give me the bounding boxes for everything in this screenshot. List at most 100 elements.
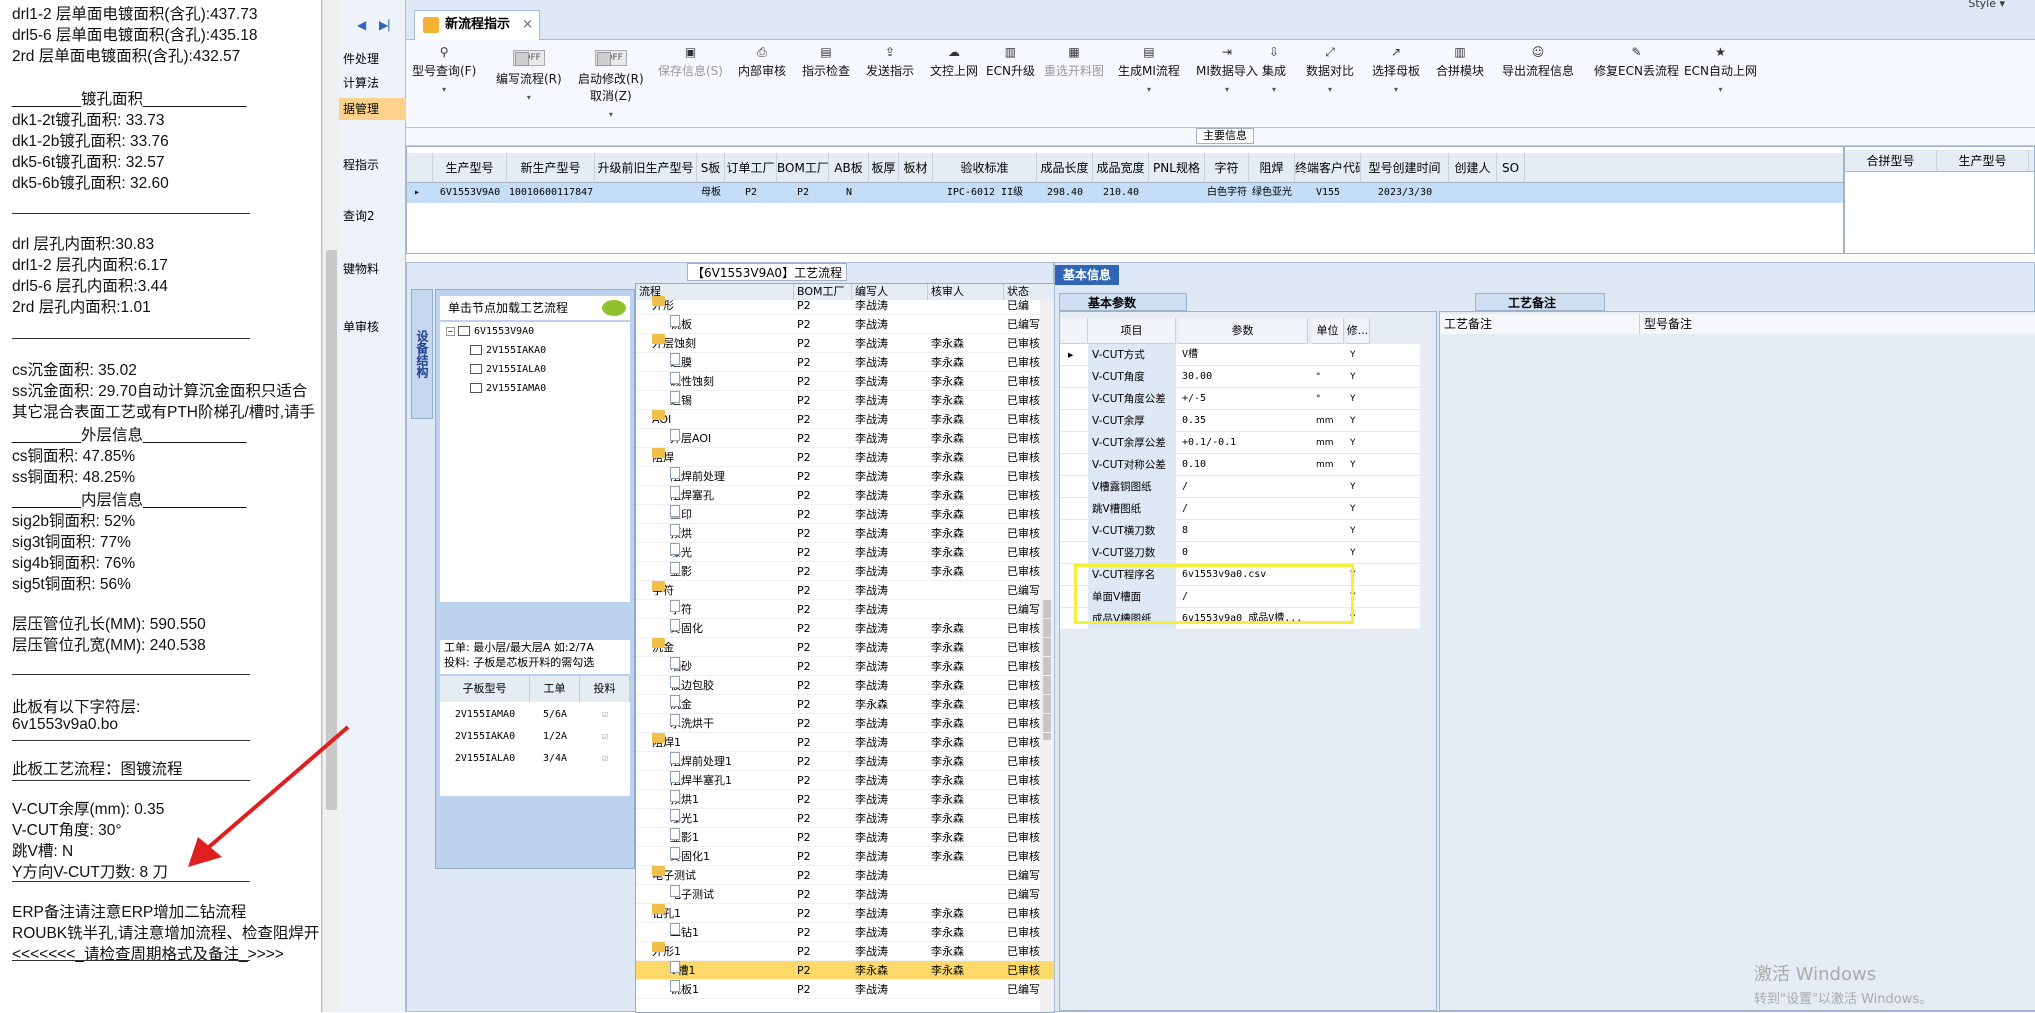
tree-root[interactable]: −6V1553V9A0 [446,326,534,337]
flow-row[interactable]: 预烘1 P2 李战涛 李永森 已审核 [636,790,1054,809]
flow-row[interactable]: 水洗烘干 P2 李战涛 李永森 已审核 [636,714,1054,733]
column-header[interactable]: 升级前旧生产型号 [595,153,697,183]
column-header[interactable]: SO [1497,153,1525,183]
column-header[interactable]: 合拼型号 [1845,150,1937,172]
flow-row[interactable]: 阻焊前处理1 P2 李战涛 李永森 已审核 [636,752,1054,771]
param-row[interactable]: 跳V槽图纸 / Y [1060,498,1420,520]
flow-row[interactable]: 丝印 P2 李战涛 李永森 已审核 [636,505,1054,524]
toolbar-button[interactable]: ▦ 重选开料图 [1044,46,1104,79]
flow-row[interactable]: −电子测试 P2 李战涛 已编写 [636,866,1054,885]
column-header[interactable]: 生产型号 [1937,150,2029,172]
chevron-down-icon[interactable]: ▾ [1306,85,1354,94]
tab-craft-remark[interactable]: 工艺备注 [1475,293,1605,311]
flow-row[interactable]: 阻焊半塞孔1 P2 李战涛 李永森 已审核 [636,771,1054,790]
chevron-down-icon[interactable]: ▾ [578,110,644,119]
equipment-side-tab[interactable]: 设备结构 [411,289,433,419]
param-row[interactable]: V-CUT角度 30.00 ° Y [1060,366,1420,388]
flow-row[interactable]: −外形1 P2 李战涛 李永森 已审核 [636,942,1054,961]
column-header[interactable]: 验收标准 [933,153,1037,183]
column-header[interactable]: 型号创建时间 [1361,153,1449,183]
column-header[interactable]: 字符 [1205,153,1249,183]
grid-cell[interactable]: 210.40 [1093,183,1149,203]
grid-cell[interactable]: 298.40 [1037,183,1093,203]
flow-row[interactable]: 沉金 P2 李永森 李永森 已审核 [636,695,1054,714]
flow-row[interactable]: 退锡 P2 李战涛 李永森 已审核 [636,391,1054,410]
param-header[interactable]: 单位 [1312,318,1344,344]
grid-cell[interactable] [1449,183,1497,203]
checkbox[interactable]: ☑ [580,748,630,770]
tab-basic-info[interactable]: 基本信息 [1055,265,1120,285]
param-value[interactable]: 0.35 [1178,410,1308,432]
grid-cell[interactable] [899,183,933,203]
toolbar-button[interactable]: ⇪ 发送指示 [866,46,914,79]
toolbar-button[interactable]: ↗ 选择母板 ▾ [1372,46,1420,94]
toolbar-button[interactable]: ⎙ 内部审核 [738,46,786,79]
column-header[interactable]: 成品宽度 [1093,153,1149,183]
param-value[interactable]: 8 [1178,520,1308,542]
flow-row[interactable]: 阻焊塞孔 P2 李战涛 李永森 已审核 [636,486,1054,505]
nav-item[interactable]: 单审核 [339,316,406,338]
flow-row[interactable]: −外形 P2 李战涛 已编 [636,296,1054,315]
flow-row[interactable]: 显影 P2 李战涛 李永森 已审核 [636,562,1054,581]
toolbar-button[interactable]: ★ ECN自动上网 ▾ [1684,46,1757,94]
flow-row[interactable]: 电子测试 P2 李战涛 已编写 [636,885,1054,904]
flow-row[interactable]: 二钻1 P2 李战涛 李永森 已审核 [636,923,1054,942]
grid-cell[interactable] [1497,183,1525,203]
craft-remark-panel[interactable]: 工艺备注 型号备注 [1439,311,2035,1011]
toolbar-button[interactable]: ▤ 指示检查 [802,46,850,79]
param-row[interactable]: ▸ V-CUT方式 V槽 Y [1060,344,1420,366]
param-row[interactable]: V-CUT竖刀数 0 Y [1060,542,1420,564]
toolbar-button[interactable]: ▣ 保存信息(S) [658,46,723,79]
param-value[interactable]: / [1178,476,1308,498]
param-value[interactable]: +/-5 [1178,388,1308,410]
column-header[interactable]: 创建人 [1449,153,1497,183]
grid-cell[interactable]: 2023/3/30 [1361,183,1449,203]
column-header[interactable]: 阻焊 [1249,153,1295,183]
flow-row[interactable]: 预烘 P2 李战涛 李永森 已审核 [636,524,1054,543]
flow-row[interactable]: 终固化1 P2 李战涛 李永森 已审核 [636,847,1054,866]
grid-cell[interactable]: 绿色亚光 [1249,183,1295,203]
flow-row[interactable]: −外层蚀刻 P2 李战涛 李永森 已审核 [636,334,1054,353]
chevron-down-icon[interactable]: ▾ [496,93,562,102]
param-value[interactable]: 0 [1178,542,1308,564]
sub-header[interactable]: 子板型号 [440,676,530,702]
main-grid-row[interactable]: ▸ 6V1553V9A0 10010600117847 母板 P2 P2 N IPC-6012… [407,183,1843,203]
tree-node[interactable]: 2V155IALA0 [470,364,546,375]
column-header[interactable]: 板材 [899,153,933,183]
flow-row[interactable]: 曝光 P2 李战涛 李永森 已审核 [636,543,1054,562]
toolbar-button[interactable]: ⇩ 集成 ▾ [1262,46,1286,94]
param-value[interactable]: V槽 [1178,344,1308,366]
nav-item[interactable]: 件处理 [339,48,406,70]
column-header[interactable]: 新生产型号 [507,153,595,183]
flow-row[interactable]: 碱性蚀刻 P2 李战涛 李永森 已审核 [636,372,1054,391]
toggle-switch[interactable]: OFF [594,50,627,66]
toolbar-button[interactable]: ▥ 合拼模块 [1436,46,1484,79]
param-row[interactable]: V-CUT横刀数 8 Y [1060,520,1420,542]
grid-cell[interactable]: 10010600117847 [507,183,595,203]
param-header[interactable]: 参数 [1178,318,1308,344]
grid-cell[interactable] [869,183,899,203]
column-header[interactable]: 生产型号 [433,153,507,183]
flow-row[interactable]: −字符 P2 李战涛 已编写 [636,581,1054,600]
nav-item[interactable]: 键物料 [339,258,406,280]
chevron-down-icon[interactable]: ▾ [1684,85,1757,94]
grid-cell[interactable]: 白色字符 [1205,183,1249,203]
flow-row[interactable]: 晒砂 P2 李战涛 李永森 已审核 [636,657,1054,676]
column-header[interactable]: 成品长度 [1037,153,1093,183]
checkbox[interactable]: ☑ [580,704,630,726]
toolbar-button[interactable]: ▤ 生成MI流程 ▾ [1118,46,1180,94]
chevron-down-icon[interactable]: ▾ [1262,85,1286,94]
flow-row[interactable]: 终固化 P2 李战涛 李永森 已审核 [636,619,1054,638]
flow-row[interactable]: 阻焊前处理 P2 李战涛 李永森 已审核 [636,467,1054,486]
main-info-grid[interactable]: 生产型号 新生产型号 升级前旧生产型号 S板 订单工厂 BOM工厂 AB板 板厚 板材 验收标准成… [406,146,1844,254]
chevron-down-icon[interactable]: ▾ [1196,85,1258,94]
sub-header[interactable]: 工单 [530,676,580,702]
flow-row[interactable]: 曝光1 P2 李战涛 李永森 已审核 [636,809,1054,828]
param-value[interactable]: +0.1/-0.1 [1178,432,1308,454]
param-value[interactable]: 0.10 [1178,454,1308,476]
toolbar-button[interactable]: ⚲ 型号查询(F) ▾ [412,46,476,94]
param-row[interactable]: V-CUT余厚 0.35 mm Y [1060,410,1420,432]
param-header[interactable]: 项目 [1088,318,1176,344]
nav-forward-icon[interactable]: ▶⎸ [379,18,400,33]
grid-cell[interactable]: N [829,183,869,203]
